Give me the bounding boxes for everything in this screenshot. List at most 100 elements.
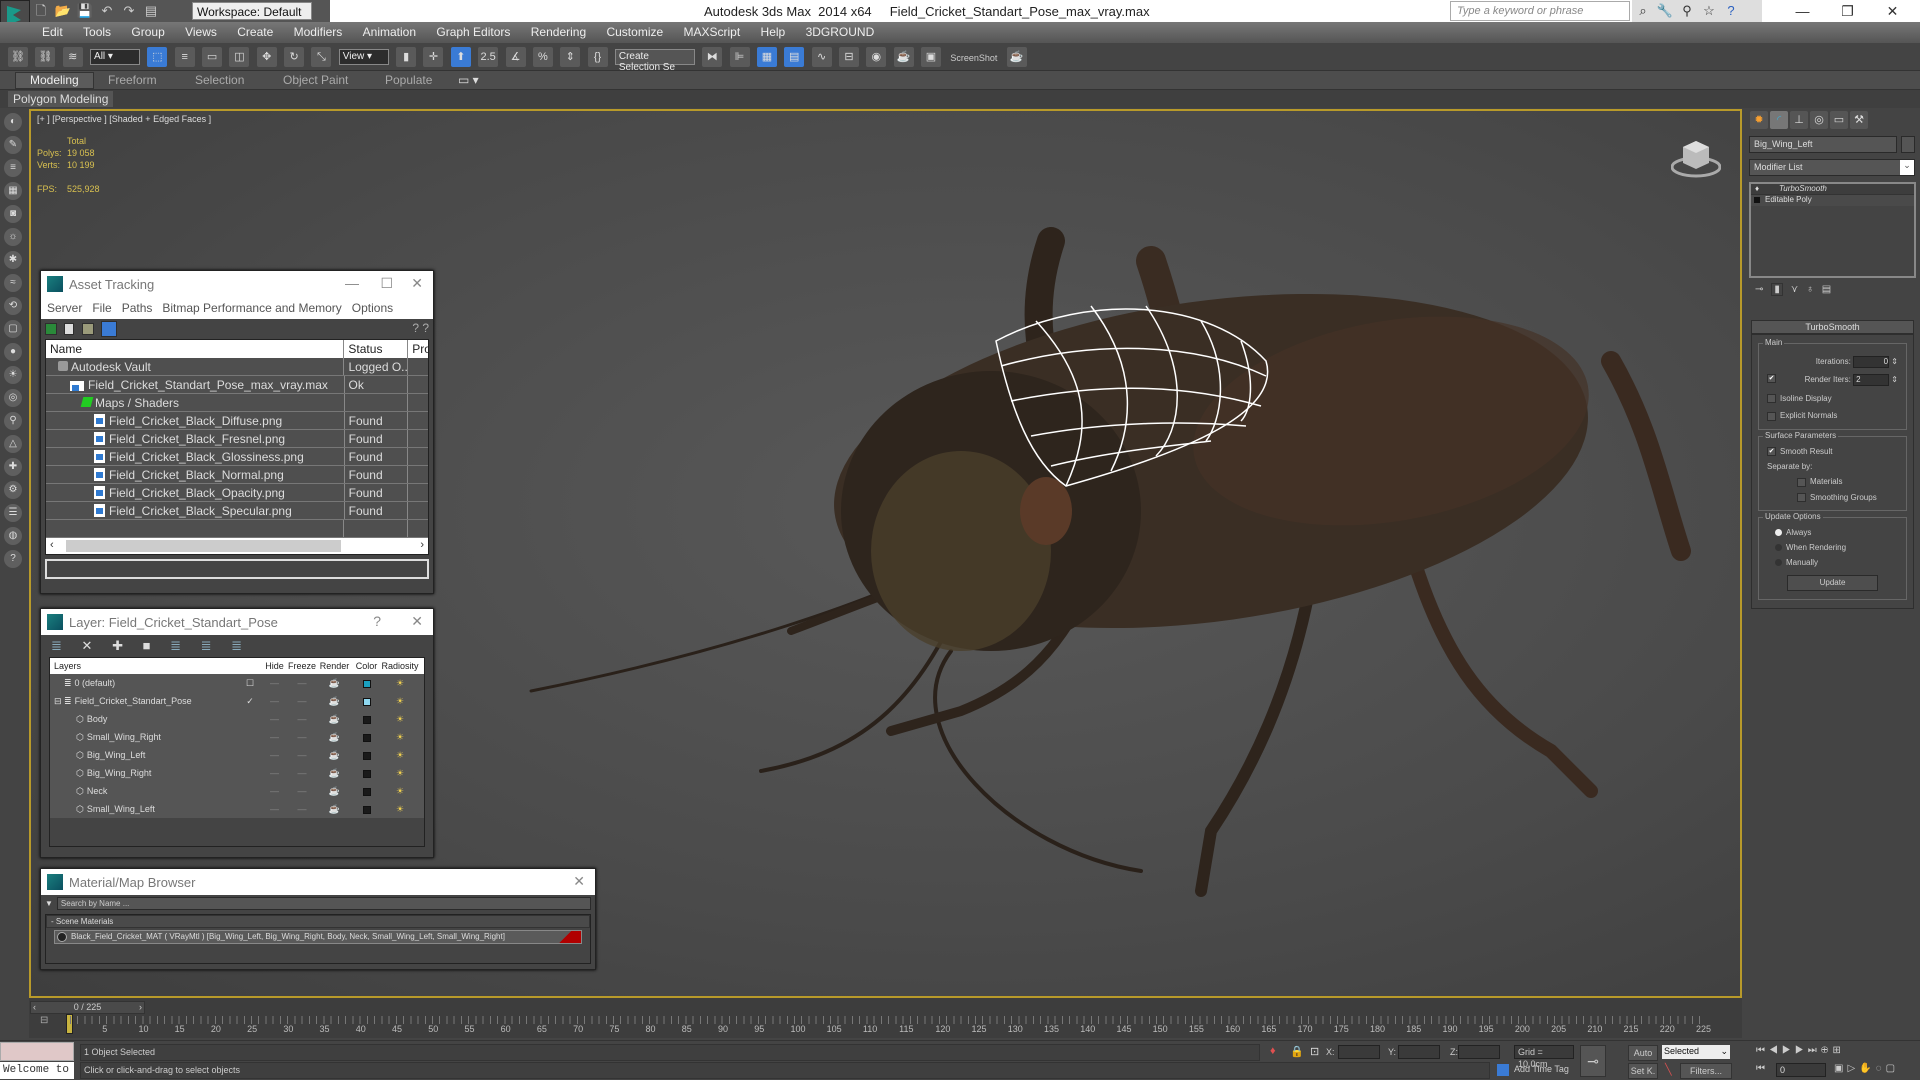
set-key-icon[interactable]: ⊸ [1580,1045,1606,1077]
render-iters-spinner[interactable]: 2 [1853,374,1890,386]
wrench-icon[interactable]: 🔧 [1656,2,1674,20]
angle-snap-icon[interactable]: ∡ [505,47,526,67]
lock-selection-icon[interactable]: 🔒 [1290,1045,1304,1058]
star-icon[interactable]: ☆ [1700,2,1718,20]
close-button[interactable]: ✕ [411,613,423,630]
new-file-icon[interactable]: 🗋 [32,2,50,20]
make-unique-icon[interactable]: ⋎ [1791,284,1798,295]
particle-icon[interactable]: ✱ [4,251,22,269]
y-coordinate-field[interactable] [1398,1045,1440,1059]
current-frame-field[interactable]: 0 [1776,1063,1826,1077]
active-layer-toggle[interactable] [238,800,262,818]
radiosity-icon[interactable]: ☀ [381,746,419,764]
play-icon[interactable]: ▶ [1782,1045,1795,1056]
orbit-icon[interactable]: ◌ [1876,1063,1886,1074]
layer-color-swatch[interactable] [362,679,371,688]
layer-row[interactable]: ⬡ Neck — — ☕ ☀ [50,782,424,800]
hide-toggle[interactable]: — [262,782,287,800]
pin-stack-icon[interactable]: ⊸ [1755,284,1763,295]
stack-item-editable-poly[interactable]: Editable Poly [1751,195,1914,206]
iterations-spinner[interactable]: 0 [1853,356,1890,368]
active-layer-toggle[interactable]: ✓ [238,692,262,710]
material-item[interactable]: Black_Field_Cricket_MAT ( VRayMtl ) [Big… [54,930,582,944]
configure-sets-icon[interactable]: ▤ [1822,284,1831,295]
select-objects-icon[interactable]: ■ [143,638,151,653]
menu-modifiers[interactable]: Modifiers [294,22,343,42]
move-icon[interactable]: ✥ [256,47,277,67]
freeze-toggle[interactable]: — [287,800,317,818]
object-name-field[interactable]: Big_Wing_Left [1749,136,1897,153]
menu-customize[interactable]: Customize [606,22,663,42]
freeze-toggle[interactable]: — [287,746,317,764]
materials-checkbox[interactable] [1797,477,1806,487]
selection-filter-dropdown[interactable]: All ▾ [90,49,141,65]
curve-editor-icon[interactable]: ∿ [811,47,832,67]
time-config-icon[interactable]: ▣ [1834,1063,1847,1074]
mirror-icon[interactable]: ⧓ [702,47,723,67]
close-button[interactable]: ✕ [573,873,585,890]
layer-color-swatch[interactable] [362,715,371,724]
radiosity-icon[interactable]: ☀ [381,728,419,746]
z-coordinate-field[interactable] [1458,1045,1500,1059]
key-filter-dropdown[interactable]: Selected ⌄ [1662,1045,1730,1059]
redo-icon[interactable]: ↷ [120,2,138,20]
render-teapot-icon[interactable]: ☕ [317,800,352,818]
layer-manager-icon[interactable]: ▦ [756,47,777,67]
asset-tracking-titlebar[interactable]: Asset Tracking — ☐ ✕ [41,271,433,297]
tab-freeform[interactable]: Freeform [108,73,157,87]
timeline-ruler[interactable] [70,1016,1700,1024]
menu-maxscript[interactable]: MAXScript [684,22,741,42]
table-view-icon[interactable] [101,321,118,337]
hide-toggle[interactable]: — [262,728,287,746]
material-editor-icon[interactable]: ◉ [866,47,887,67]
bones-icon[interactable]: ⚲ [4,412,22,430]
show-end-result-icon[interactable]: ▮ [1771,283,1783,296]
goto-end-icon[interactable]: ⏭ [1808,1045,1821,1056]
render-teapot-icon[interactable]: ☕ [317,728,352,746]
object-color-swatch[interactable] [1901,136,1915,153]
reference-coord-dropdown[interactable]: View ▾ [338,49,389,65]
maximize-viewport-icon[interactable]: ▢ [1886,1063,1899,1074]
freeze-all-icon[interactable]: ≣ [231,638,242,653]
bind-space-warp-icon[interactable]: ≋ [62,47,83,67]
paint-icon[interactable]: ✎ [4,136,22,154]
percent-snap-icon[interactable]: % [532,47,553,67]
maximize-button[interactable]: ❐ [1825,0,1870,22]
active-layer-toggle[interactable] [238,728,262,746]
render-teapot-icon[interactable]: ☕ [317,782,352,800]
explicit-normals-checkbox[interactable] [1767,411,1776,421]
modifier-list-dropdown[interactable]: Modifier List ⌄ [1749,159,1915,176]
mini-curve-editor-icon[interactable]: ⊟ [40,1015,48,1026]
manually-radio[interactable] [1775,559,1782,567]
light-icon[interactable]: ☼ [4,228,22,246]
x-coordinate-field[interactable] [1338,1045,1380,1059]
menu-tools[interactable]: Tools [83,22,111,42]
binoculars-icon[interactable]: ⌕ [1634,2,1652,20]
spinner-snap-icon[interactable]: ⇕ [560,47,581,67]
scene-materials-group[interactable]: - Scene Materials [46,915,590,928]
render-teapot-icon[interactable]: ☕ [317,674,352,692]
helper-icon[interactable]: ✚ [4,458,22,476]
render-teapot-icon[interactable]: ☕ [317,710,352,728]
edit-named-selection-icon[interactable]: {} [587,47,608,67]
hide-all-icon[interactable]: ≣ [201,638,212,653]
active-layer-toggle[interactable]: ☐ [238,674,262,692]
menu-options[interactable]: Options [352,301,393,315]
fov-icon[interactable]: ▷ [1847,1063,1859,1074]
camera-icon[interactable]: ◙ [4,205,22,223]
asset-row[interactable]: Field_Cricket_Black_Specular.png Found [46,502,428,520]
list-icon[interactable]: ≡ [4,159,22,177]
viewport-label[interactable]: [+ ] [Perspective ] [Shaded + Edged Face… [37,114,211,124]
freeze-toggle[interactable]: — [287,674,317,692]
render-teapot-icon[interactable]: ☕ [317,764,352,782]
link-icon[interactable]: ⛓ [8,47,28,67]
render-setup-icon[interactable]: ☕ [893,47,914,67]
viewport-tool-icon[interactable]: ◐ [4,113,22,131]
column-pro[interactable]: Pro [408,340,428,358]
ribbon-options-icon[interactable]: ▭ ▾ [458,73,479,87]
turbosmooth-rollout-header[interactable]: TurboSmooth [1751,320,1914,334]
isoline-display-checkbox[interactable] [1767,394,1776,404]
asset-row[interactable]: Field_Cricket_Black_Glossiness.png Found [46,448,428,466]
wave-icon[interactable]: ≈ [4,274,22,292]
asset-row[interactable]: Autodesk Vault Logged O... [46,358,428,376]
